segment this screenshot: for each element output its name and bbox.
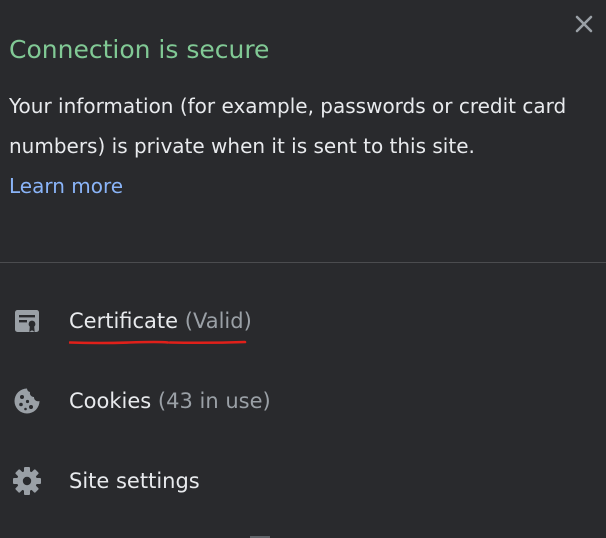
connection-info: Connection is secure Your information (f… (0, 0, 606, 206)
site-settings-row[interactable]: Site settings (0, 451, 606, 511)
cookies-label-group: Cookies (43 in use) (69, 389, 271, 413)
close-icon (574, 14, 594, 34)
site-info-popup: Connection is secure Your information (f… (0, 0, 606, 538)
gear-icon (11, 465, 43, 497)
cookies-status: (43 in use) (157, 389, 271, 413)
site-settings-label-group: Site settings (69, 469, 200, 493)
site-settings-label: Site settings (69, 469, 200, 493)
cookies-row[interactable]: Cookies (43 in use) (0, 371, 606, 431)
red-underline-annotation (69, 340, 247, 345)
learn-more-link[interactable]: Learn more (9, 166, 123, 206)
cookie-icon (11, 385, 43, 417)
certificate-row[interactable]: Certificate (Valid) (0, 291, 606, 351)
close-button[interactable] (570, 10, 598, 38)
divider (0, 262, 606, 263)
certificate-icon (11, 305, 43, 337)
certificate-label: Certificate (69, 309, 179, 333)
certificate-status: (Valid) (184, 309, 252, 333)
connection-status-title: Connection is secure (9, 35, 270, 64)
connection-description: Your information (for example, passwords… (9, 94, 567, 158)
cookies-label: Cookies (69, 389, 152, 413)
certificate-label-group: Certificate (Valid) (69, 309, 252, 345)
